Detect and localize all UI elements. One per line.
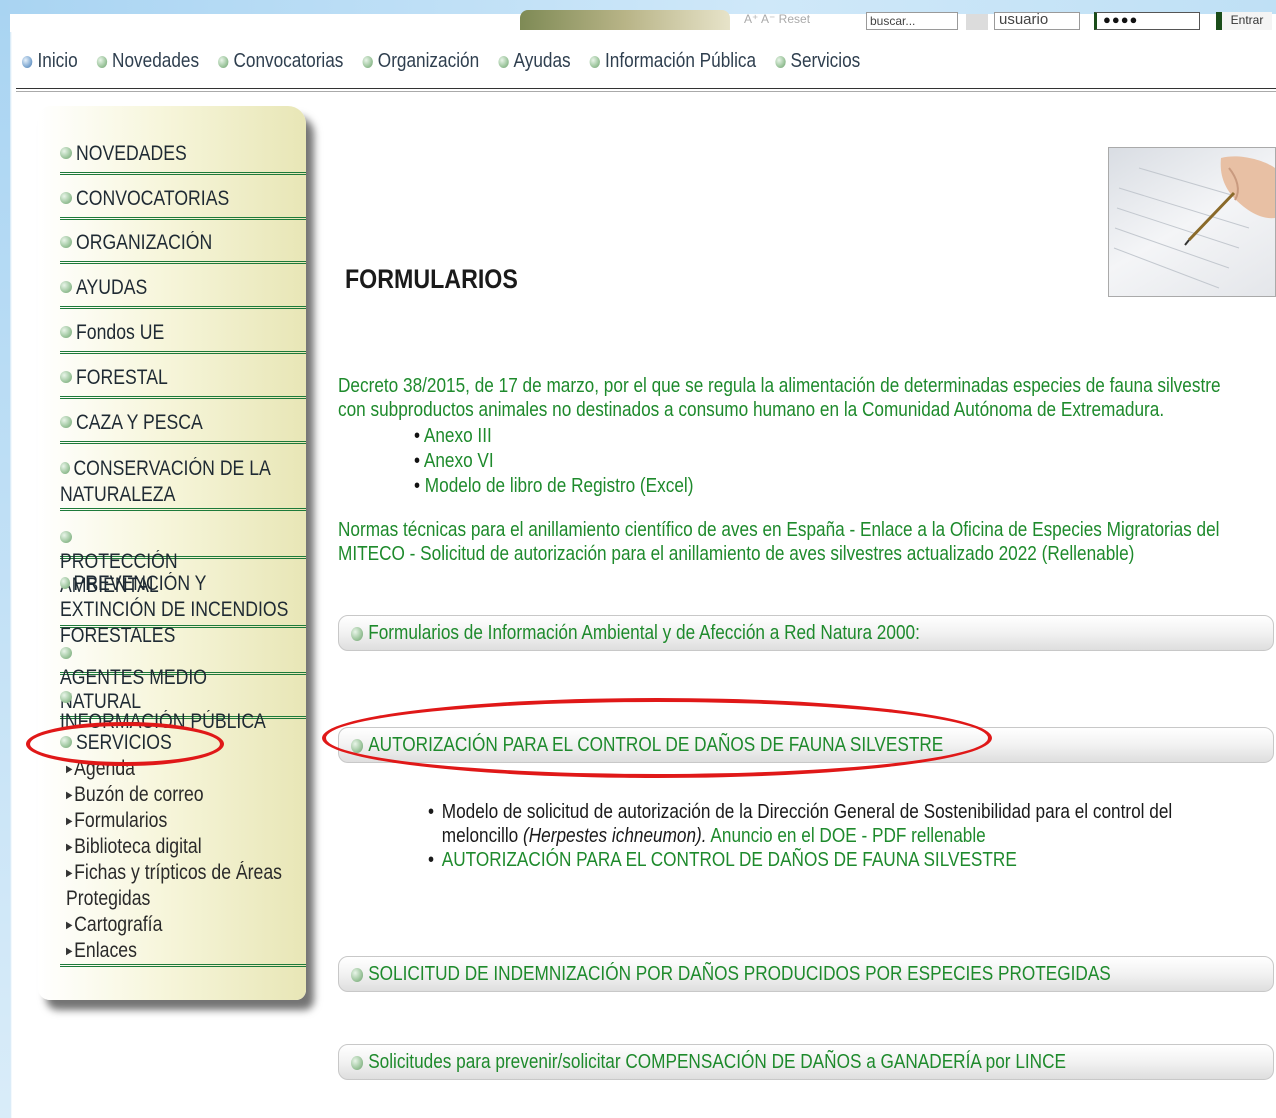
bullet-icon: [60, 371, 72, 383]
section-indemnizacion[interactable]: SOLICITUD DE INDEMNIZACIÓN POR DAÑOS PRO…: [338, 956, 1274, 992]
annex-item[interactable]: • Modelo de libro de Registro (Excel): [414, 474, 693, 499]
submenu-biblioteca[interactable]: ▶Biblioteca digital: [66, 835, 202, 859]
topnav-servicios[interactable]: Servicios: [775, 50, 860, 73]
page-title: FORMULARIOS: [345, 264, 518, 294]
sidebar-item-convocatorias[interactable]: CONVOCATORIAS: [60, 187, 306, 220]
bullet-icon: [60, 416, 72, 428]
password-input[interactable]: ●●●●: [1094, 12, 1200, 30]
topnav-convocatorias[interactable]: Convocatorias: [217, 50, 343, 73]
page-left-band: [0, 0, 10, 1118]
bullet-icon: [60, 647, 72, 659]
font-size-controls[interactable]: A⁺ A⁻ Reset: [744, 12, 810, 26]
bullet-icon: [60, 192, 72, 204]
writing-hand-image: [1108, 147, 1276, 297]
annex-item[interactable]: • Anexo VI: [414, 449, 693, 474]
section-lince[interactable]: Solicitudes para prevenir/solicitar COMP…: [338, 1044, 1274, 1080]
topnav-inicio[interactable]: Inicio: [22, 50, 78, 73]
submenu-formularios[interactable]: ▶Formularios: [66, 809, 167, 833]
bullet-icon: [498, 55, 509, 68]
sidebar-item-informacion-publica[interactable]: INFORMACIÓN PÚBLICA: [60, 686, 306, 733]
list-item[interactable]: • Modelo de solicitud de autorización de …: [428, 800, 1219, 824]
control-danos-list: • Modelo de solicitud de autorización de …: [428, 800, 1219, 872]
decree-text[interactable]: Decreto 38/2015, de 17 de marzo, por el …: [338, 374, 1267, 422]
bullet-icon: [22, 55, 33, 68]
bullet-icon: [217, 55, 229, 68]
bullet-icon: [60, 147, 72, 159]
topnav-informacion-publica[interactable]: Información Pública: [589, 50, 756, 73]
topnav-novedades[interactable]: Novedades: [96, 50, 199, 73]
highlight-ellipse-control-danos: [322, 698, 992, 778]
bullet-icon: [60, 281, 72, 293]
sidebar-item-conservacion[interactable]: CONSERVACIÓN DE LA NATURALEZA: [60, 456, 306, 511]
bullet-icon: [60, 462, 71, 474]
bullet-icon: [60, 236, 72, 248]
arrow-right-icon: ▶: [66, 842, 73, 853]
bullet-icon: [96, 55, 107, 68]
list-item-cont[interactable]: meloncillo (Herpestes ichneumon). Anunci…: [428, 824, 1219, 848]
section-info-ambiental[interactable]: Formularios de Información Ambiental y d…: [338, 615, 1274, 651]
topnav-ayudas[interactable]: Ayudas: [498, 50, 571, 73]
arrow-right-icon: ▶: [66, 946, 73, 957]
arrow-right-icon: ▶: [66, 868, 73, 879]
list-item[interactable]: • AUTORIZACIÓN PARA EL CONTROL DE DAÑOS D…: [428, 848, 1219, 872]
submenu-cartografia[interactable]: ▶Cartografía: [66, 913, 162, 937]
sidebar-item-prevencion-incendios[interactable]: PREVENCIÓN Y EXTINCIÓN DE INCENDIOS FORE…: [60, 571, 306, 647]
nav-divider: [16, 88, 1276, 89]
submenu-fichas-cont[interactable]: Protegidas: [66, 887, 150, 911]
submenu-buzon[interactable]: ▶Buzón de correo: [66, 783, 204, 807]
bullet-icon: [351, 967, 364, 982]
arrow-right-icon: ▶: [66, 790, 73, 801]
arrow-right-icon: ▶: [66, 920, 73, 931]
header-landscape-image: [520, 10, 730, 30]
submenu-fichas[interactable]: ▶Fichas y trípticos de Áreas: [66, 861, 282, 885]
norms-text[interactable]: Normas técnicas para el anillamiento cie…: [338, 518, 1267, 566]
submenu-enlaces[interactable]: ▶Enlaces: [66, 939, 137, 963]
sidebar-item-proteccion-ambiental[interactable]: PROTECCIÓN AMBIENTAL: [60, 526, 306, 597]
sidebar-item-caza-pesca[interactable]: CAZA Y PESCA: [60, 411, 306, 444]
sidebar-item-forestal[interactable]: FORESTAL: [60, 366, 306, 399]
bullet-icon: [60, 326, 72, 338]
search-input[interactable]: buscar...: [866, 12, 958, 30]
login-button[interactable]: Entrar: [1216, 12, 1272, 30]
bullet-icon: [362, 55, 373, 68]
top-navigation: Inicio Novedades Convocatorias Organizac…: [22, 50, 879, 73]
nav-divider: [16, 91, 1276, 92]
sidebar-item-novedades[interactable]: NOVEDADES: [60, 142, 306, 175]
sidebar-item-fondos-ue[interactable]: Fondos UE: [60, 321, 306, 354]
user-icon: [966, 14, 988, 30]
arrow-right-icon: ▶: [66, 764, 73, 775]
bullet-icon: [60, 531, 72, 543]
username-input[interactable]: usuario: [994, 12, 1080, 30]
bullet-icon: [351, 626, 364, 641]
sidebar-item-organizacion[interactable]: ORGANIZACIÓN: [60, 231, 306, 264]
highlight-ellipse-servicios: [26, 722, 224, 766]
annex-item[interactable]: • Anexo III: [414, 424, 693, 449]
bullet-icon: [589, 55, 600, 68]
bullet-icon: [775, 55, 786, 68]
submenu-divider: [60, 964, 306, 967]
annex-list: • Anexo III • Anexo VI • Modelo de libro…: [414, 424, 693, 499]
topnav-organizacion[interactable]: Organización: [362, 50, 479, 73]
bullet-icon: [60, 691, 72, 703]
arrow-right-icon: ▶: [66, 816, 73, 827]
sidebar-item-agentes[interactable]: AGENTES MEDIO NATURAL: [60, 642, 306, 713]
sidebar-item-ayudas[interactable]: AYUDAS: [60, 276, 306, 309]
bullet-icon: [60, 577, 71, 589]
bullet-icon: [351, 1055, 364, 1070]
